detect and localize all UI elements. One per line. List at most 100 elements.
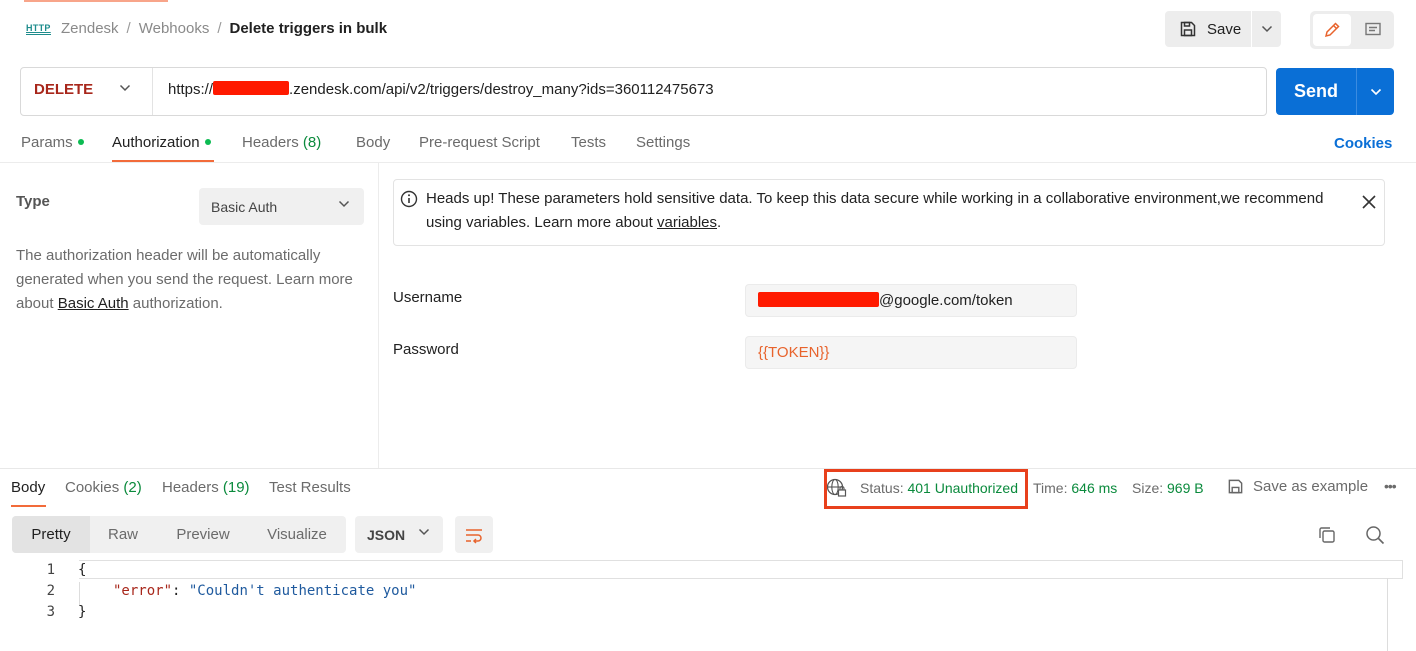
breadcrumb-zendesk[interactable]: Zendesk xyxy=(61,20,119,37)
code-line-close-brace: } xyxy=(78,604,87,620)
tab-settings[interactable]: Settings xyxy=(636,133,690,153)
save-as-example-label: Save as example xyxy=(1253,478,1369,495)
size-value: 969 B xyxy=(1167,480,1204,496)
wrap-lines-icon xyxy=(466,528,482,544)
url-suffix: .zendesk.com/api/v2/triggers/destroy_man… xyxy=(289,81,714,98)
line-number: 1 xyxy=(46,562,55,578)
active-tab-accent xyxy=(24,0,168,2)
notice-end: . xyxy=(717,214,722,231)
chevron-down-icon xyxy=(418,528,430,536)
save-button[interactable]: Save xyxy=(1165,11,1251,47)
search-icon[interactable] xyxy=(1365,525,1385,545)
response-headers-count: (19) xyxy=(222,479,250,496)
variables-link[interactable]: variables xyxy=(657,214,717,231)
tab-headers[interactable]: Headers (8) xyxy=(242,133,321,153)
response-tab-cookies[interactable]: Cookies (2) xyxy=(65,478,142,498)
status-highlight-box xyxy=(824,469,1028,509)
cookies-link[interactable]: Cookies xyxy=(1334,134,1392,154)
breadcrumb-separator: / xyxy=(126,20,131,37)
json-value: "Couldn't authenticate you" xyxy=(188,583,417,599)
copy-icon[interactable] xyxy=(1317,525,1337,545)
response-time[interactable]: Time: 646 ms xyxy=(1033,479,1117,497)
save-options-button[interactable] xyxy=(1252,11,1281,47)
tab-body[interactable]: Body xyxy=(356,133,390,153)
view-visualize[interactable]: Visualize xyxy=(252,516,342,553)
response-size[interactable]: Size: 969 B xyxy=(1132,479,1204,497)
save-label: Save xyxy=(1207,20,1242,38)
more-options-icon[interactable]: ••• xyxy=(1384,478,1397,494)
comment-icon xyxy=(1365,22,1381,36)
tab-params[interactable]: Params xyxy=(21,133,84,153)
format-select[interactable]: JSON xyxy=(355,516,443,553)
chevron-down-icon xyxy=(1370,88,1381,95)
view-pretty[interactable]: Pretty xyxy=(12,516,90,553)
tab-headers-label: Headers xyxy=(242,134,299,151)
request-title[interactable]: Delete triggers in bulk xyxy=(230,20,388,37)
username-field[interactable]: @google.com/token xyxy=(745,284,1077,317)
documentation-mode-button[interactable] xyxy=(1355,14,1391,46)
headers-count: (8) xyxy=(302,134,322,151)
send-button[interactable]: Send xyxy=(1276,68,1356,115)
url-divider xyxy=(152,68,153,115)
close-icon[interactable] xyxy=(1361,194,1377,210)
redacted-username xyxy=(758,292,879,307)
auth-type-select[interactable]: Basic Auth xyxy=(199,188,364,225)
code-scrollbar-track[interactable] xyxy=(1387,578,1388,651)
username-label: Username xyxy=(393,289,463,306)
tab-authorization-label: Authorization xyxy=(112,134,200,151)
pencil-icon xyxy=(1324,22,1340,38)
password-field[interactable]: {{TOKEN}} xyxy=(745,336,1077,369)
save-icon xyxy=(1228,479,1243,494)
tab-authorization[interactable]: Authorization xyxy=(112,133,211,153)
format-value: JSON xyxy=(367,526,406,543)
response-cookies-count: (2) xyxy=(123,479,142,496)
response-headers-label: Headers xyxy=(162,479,219,496)
json-colon: : xyxy=(172,583,189,599)
save-as-example-button[interactable]: Save as example xyxy=(1227,478,1368,495)
chevron-down-icon xyxy=(338,200,350,208)
view-mode-toggle xyxy=(1310,11,1394,49)
view-preview[interactable]: Preview xyxy=(160,516,246,553)
auth-type-label: Type xyxy=(16,193,50,210)
breadcrumb-webhooks[interactable]: Webhooks xyxy=(139,20,210,37)
divider xyxy=(0,162,1416,163)
chevron-down-icon xyxy=(1261,25,1272,33)
chevron-down-icon[interactable] xyxy=(119,84,131,92)
auth-description: The authorization header will be automat… xyxy=(16,244,366,316)
line-number: 3 xyxy=(46,604,55,620)
edit-mode-button[interactable] xyxy=(1313,14,1351,46)
response-tab-headers[interactable]: Headers (19) xyxy=(162,478,250,498)
line-number: 2 xyxy=(46,583,55,599)
response-divider xyxy=(0,468,1416,469)
params-indicator-dot xyxy=(77,139,84,145)
response-tab-test-results[interactable]: Test Results xyxy=(269,478,351,498)
response-active-underline xyxy=(11,505,46,507)
tab-tests[interactable]: Tests xyxy=(571,133,606,153)
view-raw[interactable]: Raw xyxy=(90,516,156,553)
time-label: Time: xyxy=(1033,480,1068,496)
code-current-line-highlight xyxy=(79,560,1403,579)
http-request-icon: HTTP xyxy=(26,23,51,35)
auth-description-end: authorization. xyxy=(128,295,223,312)
save-icon xyxy=(1180,21,1196,37)
notice-text: Heads up! These parameters hold sensitiv… xyxy=(426,187,1356,235)
panel-divider xyxy=(378,163,379,469)
http-method-select[interactable]: DELETE xyxy=(34,80,93,100)
info-icon xyxy=(400,190,418,208)
response-cookies-label: Cookies xyxy=(65,479,120,496)
username-suffix: @google.com/token xyxy=(879,292,1013,309)
url-input[interactable]: https:// .zendesk.com/api/v2/triggers/des… xyxy=(168,80,714,100)
json-key: "error" xyxy=(113,583,173,599)
tab-pre-request-script[interactable]: Pre-request Script xyxy=(419,133,540,153)
basic-auth-link[interactable]: Basic Auth xyxy=(58,295,129,312)
time-value: 646 ms xyxy=(1071,480,1118,496)
code-line-error: "error": "Couldn't authenticate you" xyxy=(113,581,416,602)
url-prefix: https:// xyxy=(168,81,214,98)
breadcrumb: Zendesk / Webhooks / Delete triggers in bulk xyxy=(61,19,387,39)
authorization-indicator-dot xyxy=(204,139,211,145)
send-options-button[interactable] xyxy=(1356,68,1394,115)
code-line-open-brace: { xyxy=(78,562,87,578)
size-label: Size: xyxy=(1132,480,1164,496)
response-tab-body[interactable]: Body xyxy=(11,478,45,498)
wrap-lines-button[interactable] xyxy=(455,516,493,553)
